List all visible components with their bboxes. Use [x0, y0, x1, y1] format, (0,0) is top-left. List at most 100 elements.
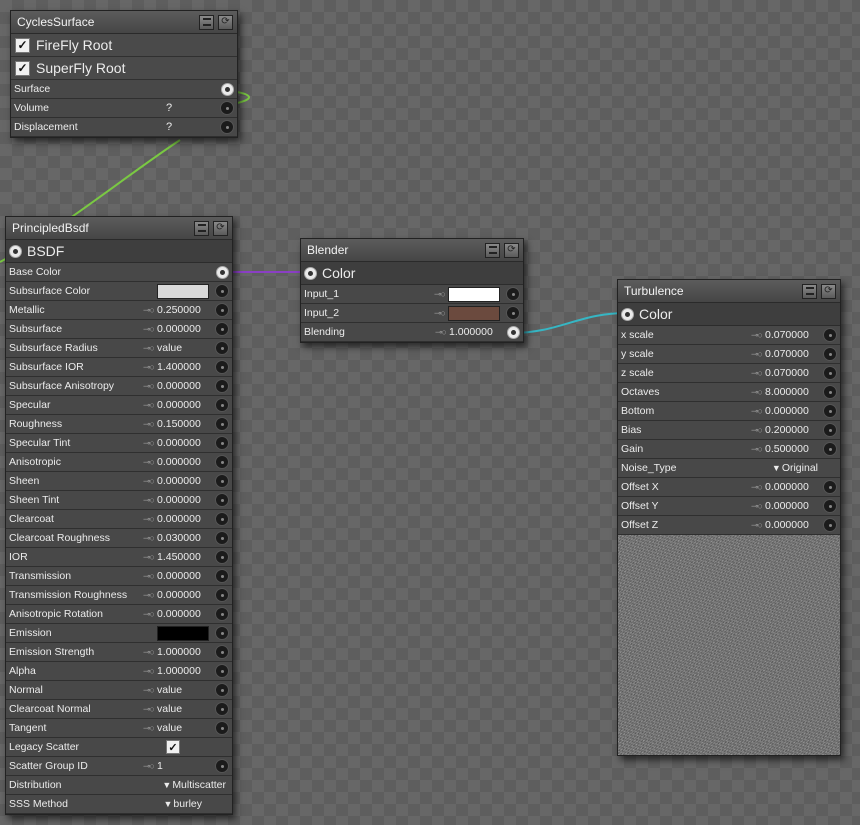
key-icon[interactable]: ⊸○: [143, 438, 155, 449]
value-field[interactable]: 0.000000: [157, 513, 209, 525]
output-socket-icon[interactable]: [621, 307, 634, 321]
input-socket-icon[interactable]: [823, 404, 837, 418]
superfly-root-toggle[interactable]: ✓ SuperFly Root: [11, 57, 237, 80]
color-swatch[interactable]: [448, 286, 500, 302]
reload-icon[interactable]: ⟳: [213, 220, 228, 236]
value-field[interactable]: 1.450000: [157, 551, 209, 563]
input-socket-icon[interactable]: [823, 347, 837, 361]
value-field[interactable]: 1.400000: [157, 361, 209, 373]
key-icon[interactable]: ⊸○: [751, 368, 763, 379]
key-icon[interactable]: ⊸○: [143, 400, 155, 411]
input-socket-icon[interactable]: [215, 759, 229, 773]
input-socket-icon[interactable]: [215, 664, 229, 678]
key-icon[interactable]: ⊸○: [434, 308, 446, 319]
input-socket-icon[interactable]: [221, 82, 234, 96]
input-socket-icon[interactable]: [215, 721, 229, 735]
value-field[interactable]: 0.000000: [157, 399, 209, 411]
input-socket-icon[interactable]: [215, 284, 229, 298]
value-field[interactable]: value: [157, 342, 209, 354]
input-socket-icon[interactable]: [823, 366, 837, 380]
value-field[interactable]: value: [157, 703, 209, 715]
input-socket-icon[interactable]: [506, 306, 520, 320]
node-header[interactable]: CyclesSurface ⟳: [11, 11, 237, 34]
value-field[interactable]: 0.500000: [765, 443, 817, 455]
value-field[interactable]: 0.000000: [765, 405, 817, 417]
key-icon[interactable]: ⊸○: [143, 552, 155, 563]
input-socket-icon[interactable]: [215, 550, 229, 564]
value-field[interactable]: 0.150000: [157, 418, 209, 430]
input-socket-icon[interactable]: [823, 442, 837, 456]
input-socket-icon[interactable]: [507, 325, 520, 339]
value-field[interactable]: 0.070000: [765, 348, 817, 360]
key-icon[interactable]: ⊸○: [751, 444, 763, 455]
distribution-dropdown[interactable]: ▼Multiscatter: [162, 779, 226, 791]
key-icon[interactable]: ⊸○: [434, 289, 446, 300]
key-icon[interactable]: ⊸○: [143, 666, 155, 677]
input-socket-icon[interactable]: [220, 120, 234, 134]
value-field[interactable]: 0.000000: [157, 323, 209, 335]
key-icon[interactable]: ⊸○: [751, 425, 763, 436]
sss-method-dropdown[interactable]: ▼burley: [163, 798, 202, 810]
key-icon[interactable]: ⊸○: [751, 349, 763, 360]
input-socket-icon[interactable]: [216, 265, 229, 279]
key-icon[interactable]: ⊸○: [435, 327, 447, 338]
key-icon[interactable]: ⊸○: [143, 685, 155, 696]
key-icon[interactable]: ⊸○: [143, 533, 155, 544]
key-icon[interactable]: ⊸○: [143, 362, 155, 373]
input-socket-icon[interactable]: [506, 287, 520, 301]
input-socket-icon[interactable]: [215, 417, 229, 431]
key-icon[interactable]: ⊸○: [751, 406, 763, 417]
key-icon[interactable]: ⊸○: [751, 330, 763, 341]
value-field[interactable]: 0.000000: [157, 475, 209, 487]
value-field[interactable]: 0.000000: [157, 589, 209, 601]
input-socket-icon[interactable]: [823, 499, 837, 513]
node-header[interactable]: PrincipledBsdf ⟳: [6, 217, 232, 240]
input-socket-icon[interactable]: [823, 480, 837, 494]
key-icon[interactable]: ⊸○: [143, 514, 155, 525]
input-socket-icon[interactable]: [215, 455, 229, 469]
menu-icon[interactable]: [802, 283, 817, 299]
menu-icon[interactable]: [485, 242, 500, 258]
input-socket-icon[interactable]: [215, 436, 229, 450]
menu-icon[interactable]: [194, 220, 209, 236]
value-field[interactable]: 0.070000: [765, 367, 817, 379]
value-field[interactable]: 0.070000: [765, 329, 817, 341]
input-socket-icon[interactable]: [215, 531, 229, 545]
key-icon[interactable]: ⊸○: [143, 761, 155, 772]
key-icon[interactable]: ⊸○: [143, 324, 155, 335]
noise-type-dropdown[interactable]: ▼Original: [772, 462, 818, 474]
output-socket-icon[interactable]: [304, 266, 317, 280]
reload-icon[interactable]: ⟳: [218, 14, 233, 30]
node-header[interactable]: Turbulence ⟳: [618, 280, 840, 303]
value-field[interactable]: 0.000000: [157, 380, 209, 392]
checkbox[interactable]: ✓: [15, 60, 30, 76]
key-icon[interactable]: ⊸○: [143, 381, 155, 392]
value-field[interactable]: value: [157, 684, 209, 696]
input-socket-icon[interactable]: [823, 385, 837, 399]
key-icon[interactable]: ⊸○: [143, 457, 155, 468]
input-socket-icon[interactable]: [215, 303, 229, 317]
color-swatch[interactable]: [157, 625, 209, 641]
output-socket-icon[interactable]: [9, 244, 22, 258]
key-icon[interactable]: ⊸○: [143, 704, 155, 715]
menu-icon[interactable]: [199, 14, 214, 30]
value-field[interactable]: 1.000000: [449, 326, 501, 338]
value-field[interactable]: 1.000000: [157, 665, 209, 677]
value-field[interactable]: 0.000000: [765, 519, 817, 531]
checkbox[interactable]: ✓: [15, 37, 30, 53]
input-socket-icon[interactable]: [215, 512, 229, 526]
key-icon[interactable]: ⊸○: [143, 609, 155, 620]
value-field[interactable]: 0.000000: [157, 494, 209, 506]
blender-node[interactable]: Blender ⟳ Color Input_1 ⊸○ Input_2 ⊸○ Bl…: [300, 238, 524, 343]
value-field[interactable]: 0.030000: [157, 532, 209, 544]
input-socket-icon[interactable]: [215, 474, 229, 488]
key-icon[interactable]: ⊸○: [143, 419, 155, 430]
value-field[interactable]: 0.200000: [765, 424, 817, 436]
node-header[interactable]: Blender ⟳: [301, 239, 523, 262]
reload-icon[interactable]: ⟳: [821, 283, 836, 299]
key-icon[interactable]: ⊸○: [143, 590, 155, 601]
input-socket-icon[interactable]: [215, 588, 229, 602]
value-field[interactable]: 0.000000: [157, 456, 209, 468]
key-icon[interactable]: ⊸○: [751, 520, 763, 531]
input-socket-icon[interactable]: [215, 569, 229, 583]
